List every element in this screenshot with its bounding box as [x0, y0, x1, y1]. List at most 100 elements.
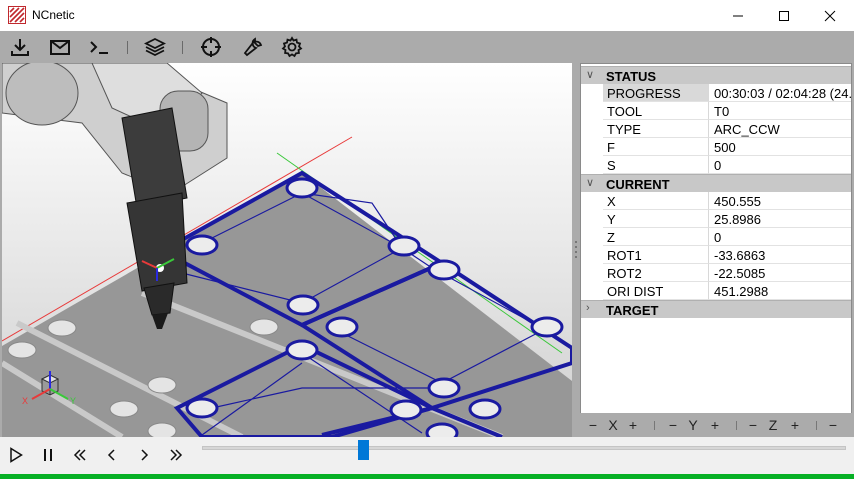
crosshair-button[interactable]	[198, 35, 224, 59]
section-title: TARGET	[606, 303, 659, 318]
property-key: S	[603, 156, 709, 174]
minimize-button[interactable]	[715, 0, 761, 31]
ncnetic-logo-icon	[8, 6, 26, 24]
maximize-icon	[779, 10, 789, 21]
x-plus-button[interactable]: +	[624, 415, 642, 435]
rotation-minus-button[interactable]: −	[824, 415, 842, 435]
3d-viewport[interactable]: X Y	[2, 63, 572, 437]
x-axis-label: X	[608, 417, 618, 433]
playback-bar	[0, 437, 854, 474]
maximize-button[interactable]	[761, 0, 807, 31]
terminal-button[interactable]	[86, 35, 112, 59]
property-key: ROT2	[603, 264, 709, 282]
double-chevron-right-icon	[170, 449, 183, 461]
panel-splitter[interactable]	[572, 63, 580, 437]
layers-icon	[144, 37, 166, 57]
property-key: ROT1	[603, 246, 709, 264]
property-key: F	[603, 138, 709, 156]
property-key: ORI DIST	[603, 282, 709, 300]
rewind-button[interactable]	[68, 443, 92, 467]
download-button[interactable]	[7, 35, 33, 59]
layers-button[interactable]	[142, 35, 168, 59]
jog-controls: − X + − Y + − Z + −	[580, 413, 852, 437]
property-value: 0	[709, 156, 851, 174]
property-value: 00:30:03 / 02:04:28 (24.1	[709, 84, 851, 102]
minimize-icon	[733, 15, 743, 16]
play-icon	[10, 447, 23, 463]
property-value: -33.6863	[709, 246, 851, 264]
property-value: 500	[709, 138, 851, 156]
property-key: TOOL	[603, 102, 709, 120]
app-window: NCnetic X Y ∨ STATUS PROGRESS 00:30:03 /…	[0, 0, 854, 479]
property-row-progress[interactable]: PROGRESS 00:30:03 / 02:04:28 (24.1	[581, 84, 851, 102]
wrench-icon	[243, 37, 263, 57]
window-title: NCnetic	[32, 8, 75, 22]
property-row-type[interactable]: TYPE ARC_CCW	[581, 120, 851, 138]
property-row-speed[interactable]: S 0	[581, 156, 851, 174]
y-plus-button[interactable]: +	[706, 415, 724, 435]
properties-panel: ∨ STATUS PROGRESS 00:30:03 / 02:04:28 (2…	[580, 63, 852, 437]
wrench-button[interactable]	[240, 35, 266, 59]
status-progress-strip	[0, 474, 854, 479]
gear-icon	[281, 36, 303, 58]
chevron-down-icon: ∨	[586, 177, 595, 189]
target-section-header[interactable]: › TARGET	[581, 300, 851, 318]
x-minus-button[interactable]: −	[584, 415, 602, 435]
property-row-z[interactable]: Z 0	[581, 228, 851, 246]
fast-forward-button[interactable]	[164, 443, 188, 467]
property-row-y[interactable]: Y 25.8986	[581, 210, 851, 228]
property-value: 451.2988	[709, 282, 851, 300]
playback-slider-thumb[interactable]	[357, 440, 369, 460]
property-row-rot1[interactable]: ROT1 -33.6863	[581, 246, 851, 264]
chevron-left-icon	[107, 449, 115, 461]
step-back-button[interactable]	[100, 443, 124, 467]
machining-scene	[2, 63, 572, 437]
status-section-header[interactable]: ∨ STATUS	[581, 66, 851, 84]
z-minus-button[interactable]: −	[744, 415, 762, 435]
chevron-down-icon: ∨	[586, 69, 595, 81]
terminal-icon	[90, 41, 108, 54]
close-button[interactable]	[807, 0, 853, 31]
jog-separator	[736, 421, 737, 430]
crosshair-icon	[201, 37, 221, 57]
property-key: Y	[603, 210, 709, 228]
view-orientation-gizmo[interactable]: X Y	[16, 369, 82, 425]
toolbar-separator	[127, 41, 128, 54]
step-forward-button[interactable]	[132, 443, 156, 467]
jog-separator	[816, 421, 817, 430]
property-key: X	[603, 192, 709, 210]
chevron-right-icon	[141, 449, 149, 461]
mail-icon	[50, 40, 70, 55]
property-row-x[interactable]: X 450.555	[581, 192, 851, 210]
property-row-ori-dist[interactable]: ORI DIST 451.2988	[581, 282, 851, 300]
property-value: 0	[709, 228, 851, 246]
close-icon	[824, 10, 836, 21]
property-value: ARC_CCW	[709, 120, 851, 138]
title-bar: NCnetic	[0, 0, 854, 31]
property-key: TYPE	[603, 120, 709, 138]
pause-icon	[44, 449, 52, 461]
property-key: PROGRESS	[603, 84, 709, 102]
z-axis-label: Z	[768, 417, 778, 433]
property-value: -22.5085	[709, 264, 851, 282]
pause-button[interactable]	[36, 443, 60, 467]
toolbar-separator	[182, 41, 183, 54]
gear-button[interactable]	[279, 35, 305, 59]
mail-button[interactable]	[47, 35, 73, 59]
jog-separator	[654, 421, 655, 430]
y-minus-button[interactable]: −	[664, 415, 682, 435]
property-row-feed[interactable]: F 500	[581, 138, 851, 156]
main-toolbar	[0, 31, 854, 63]
property-key: Z	[603, 228, 709, 246]
double-chevron-left-icon	[73, 449, 86, 461]
download-icon	[11, 39, 29, 56]
play-button[interactable]	[4, 443, 28, 467]
z-plus-button[interactable]: +	[786, 415, 804, 435]
section-title: STATUS	[606, 69, 657, 84]
playback-slider-track[interactable]	[202, 446, 846, 450]
current-section-header[interactable]: ∨ CURRENT	[581, 174, 851, 192]
property-row-tool[interactable]: TOOL T0	[581, 102, 851, 120]
section-title: CURRENT	[606, 177, 670, 192]
property-row-rot2[interactable]: ROT2 -22.5085	[581, 264, 851, 282]
svg-text:Y: Y	[70, 396, 76, 406]
